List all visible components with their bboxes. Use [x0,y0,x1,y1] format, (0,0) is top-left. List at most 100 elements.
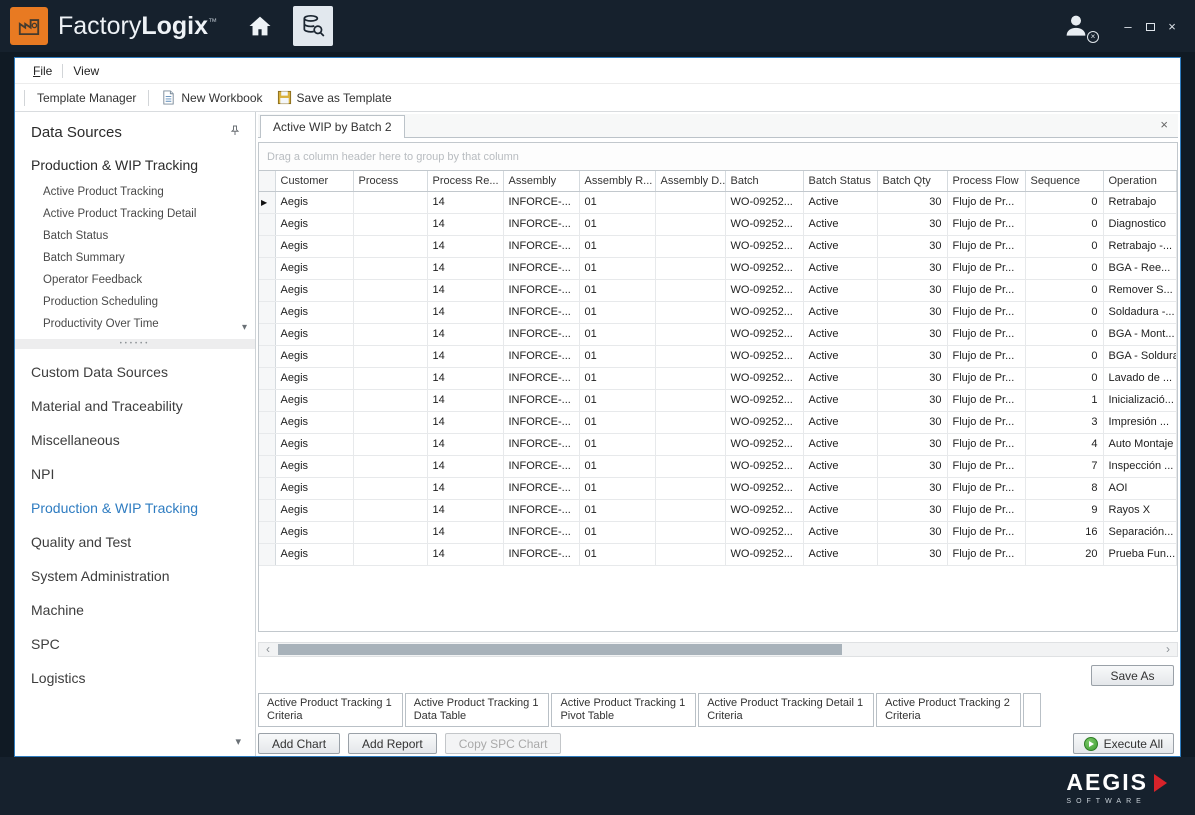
list-scroll-down-icon[interactable]: ▾ [242,322,247,333]
sidebar-item-batch-status[interactable]: Batch Status [15,225,255,247]
brand-logix: Logix [141,12,208,40]
grid-row-4[interactable]: Aegis14INFORCE-...01WO-09252...Active30F… [259,257,1177,279]
sidebar-item-batch-summary[interactable]: Batch Summary [15,247,255,269]
add-chart-button[interactable]: Add Chart [258,733,340,754]
grid-row-3[interactable]: Aegis14INFORCE-...01WO-09252...Active30F… [259,235,1177,257]
sidebar-category-machine[interactable]: Machine [15,593,255,627]
execute-all-button[interactable]: Execute All [1073,733,1174,754]
column-header-operation[interactable]: Operation [1103,171,1177,191]
cell-assembly-r: 01 [579,279,655,301]
sidebar-category-material-and-traceability[interactable]: Material and Traceability [15,389,255,423]
sidebar-category-production-wip-tracking[interactable]: Production & WIP Tracking [15,491,255,525]
grid-row-7[interactable]: Aegis14INFORCE-...01WO-09252...Active30F… [259,323,1177,345]
cell-process [353,433,427,455]
sidebar-item-production-scheduling[interactable]: Production Scheduling [15,291,255,313]
panel-title: Data Sources [31,124,122,141]
cell-batch-status: Active [803,367,877,389]
grid-row-16[interactable]: Aegis14INFORCE-...01WO-09252...Active30F… [259,521,1177,543]
user-disconnect-badge-icon: × [1087,31,1099,43]
cell-sequence: 8 [1025,477,1103,499]
grid-row-6[interactable]: Aegis14INFORCE-...01WO-09252...Active30F… [259,301,1177,323]
tab-active-wip-by-batch-2[interactable]: Active WIP by Batch 2 [260,115,405,138]
sidebar-category-quality-and-test[interactable]: Quality and Test [15,525,255,559]
grid-row-9[interactable]: Aegis14INFORCE-...01WO-09252...Active30F… [259,367,1177,389]
group-by-area[interactable]: Drag a column header here to group by th… [259,143,1177,171]
maximize-button[interactable] [1139,19,1161,34]
column-header-batch-status[interactable]: Batch Status [803,171,877,191]
grid-row-5[interactable]: Aegis14INFORCE-...01WO-09252...Active30F… [259,279,1177,301]
cell-batch-status: Active [803,411,877,433]
pin-icon[interactable] [229,124,241,141]
column-header-customer[interactable]: Customer [275,171,353,191]
grid-row-12[interactable]: Aegis14INFORCE-...01WO-09252...Active30F… [259,433,1177,455]
sidebar-category-custom-data-sources[interactable]: Custom Data Sources [15,355,255,389]
grid-row-14[interactable]: Aegis14INFORCE-...01WO-09252...Active30F… [259,477,1177,499]
sidebar-scroll-down-icon[interactable]: ▾ [235,735,241,748]
column-header-batch-qty[interactable]: Batch Qty [877,171,947,191]
grid-row-8[interactable]: Aegis14INFORCE-...01WO-09252...Active30F… [259,345,1177,367]
user-button[interactable]: × [1061,10,1095,42]
grid-row-11[interactable]: Aegis14INFORCE-...01WO-09252...Active30F… [259,411,1177,433]
cell-customer: Aegis [275,301,353,323]
grid-row-1[interactable]: ▶Aegis14INFORCE-...01WO-09252...Active30… [259,191,1177,213]
column-header-assembly-d[interactable]: Assembly D... [655,171,725,191]
sheet-tab-active-product-tracking-1-criteria[interactable]: Active Product Tracking 1Criteria [258,693,403,727]
data-browser-button[interactable] [293,6,333,46]
copy-spc-chart-button[interactable]: Copy SPC Chart [445,733,562,754]
cell-process [353,279,427,301]
grid-row-10[interactable]: Aegis14INFORCE-...01WO-09252...Active30F… [259,389,1177,411]
sheet-tab-active-product-tracking-1-pivot-table[interactable]: Active Product Tracking 1Pivot Table [551,693,696,727]
grid-row-17[interactable]: Aegis14INFORCE-...01WO-09252...Active30F… [259,543,1177,565]
column-header-assembly[interactable]: Assembly [503,171,579,191]
minimize-button[interactable]: – [1117,19,1139,34]
template-manager-button[interactable]: Template Manager [30,88,143,108]
sheet-tab-active-product-tracking-2-criteria[interactable]: Active Product Tracking 2Criteria [876,693,1021,727]
wip-table: CustomerProcessProcess Re...AssemblyAsse… [259,171,1177,566]
sidebar-item-active-product-tracking-detail[interactable]: Active Product Tracking Detail [15,203,255,225]
sidebar-section-production-wip-tracking[interactable]: Production & WIP Tracking [15,147,255,181]
add-report-button[interactable]: Add Report [348,733,437,754]
sidebar-scroll-strip[interactable]: •••••• [15,339,255,349]
grid-row-2[interactable]: Aegis14INFORCE-...01WO-09252...Active30F… [259,213,1177,235]
horizontal-scrollbar[interactable]: ‹ › [258,642,1178,657]
save-as-button[interactable]: Save As [1091,665,1174,686]
cell-assembly-d [655,477,725,499]
column-header-process-flow[interactable]: Process Flow [947,171,1025,191]
scrollbar-thumb[interactable] [278,644,842,655]
new-workbook-button[interactable]: New Workbook [154,87,269,108]
grid-row-15[interactable]: Aegis14INFORCE-...01WO-09252...Active30F… [259,499,1177,521]
column-header-sequence[interactable]: Sequence [1025,171,1103,191]
cell-sequence: 0 [1025,301,1103,323]
sidebar-category-spc[interactable]: SPC [15,627,255,661]
column-header-assembly-r[interactable]: Assembly R... [579,171,655,191]
home-button[interactable] [243,9,277,43]
sidebar-category-system-administration[interactable]: System Administration [15,559,255,593]
sheet-tab-active-product-tracking-detail-1-criteria[interactable]: Active Product Tracking Detail 1Criteria [698,693,874,727]
close-button[interactable]: × [1161,19,1183,34]
cell-operation: Retrabajo [1103,191,1177,213]
column-header-process-re[interactable]: Process Re... [427,171,503,191]
cell-assembly: INFORCE-... [503,543,579,565]
sidebar-item-active-product-tracking[interactable]: Active Product Tracking [15,181,255,203]
sidebar-category-npi[interactable]: NPI [15,457,255,491]
scroll-left-icon[interactable]: ‹ [260,643,276,656]
scroll-right-icon[interactable]: › [1160,643,1176,656]
cell-assembly: INFORCE-... [503,477,579,499]
column-header-batch[interactable]: Batch [725,171,803,191]
execute-all-label: Execute All [1104,737,1163,751]
cell-batch-status: Active [803,323,877,345]
save-as-template-button[interactable]: Save as Template [270,87,399,108]
column-header-process[interactable]: Process [353,171,427,191]
sidebar-category-logistics[interactable]: Logistics [15,661,255,695]
tab-close-icon[interactable]: × [1160,117,1168,132]
sheet-tab-active-product-tracking-1-data-table[interactable]: Active Product Tracking 1Data Table [405,693,550,727]
sidebar-item-productivity-over-time[interactable]: Productivity Over Time [15,313,255,335]
menu-item-file[interactable]: File [25,61,60,81]
sidebar-category-miscellaneous[interactable]: Miscellaneous [15,423,255,457]
cell-batch: WO-09252... [725,345,803,367]
cell-process-flow: Flujo de Pr... [947,455,1025,477]
sidebar-item-operator-feedback[interactable]: Operator Feedback [15,269,255,291]
cell-batch: WO-09252... [725,213,803,235]
grid-row-13[interactable]: Aegis14INFORCE-...01WO-09252...Active30F… [259,455,1177,477]
menu-item-view[interactable]: View [65,61,107,81]
